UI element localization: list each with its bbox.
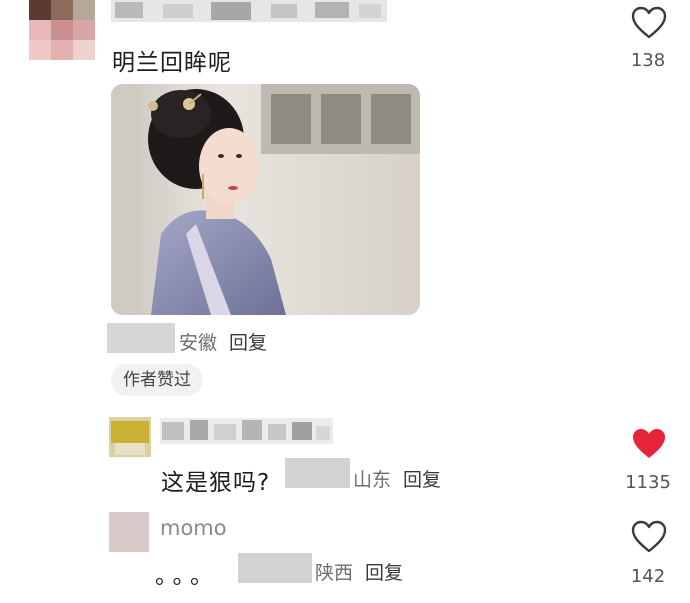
comment-text: 。。。 [155, 563, 219, 589]
avatar[interactable] [29, 0, 95, 60]
username-redacted[interactable] [111, 0, 387, 22]
comment-text: 这是狠吗? [161, 470, 271, 496]
avatar[interactable] [109, 512, 149, 552]
comment-image[interactable] [111, 84, 420, 315]
location-label: 安徽 [179, 332, 218, 354]
ip-redacted [285, 458, 350, 488]
username[interactable]: momo [160, 516, 227, 540]
location-label: 山东 [353, 469, 392, 491]
heart-icon [631, 6, 667, 39]
avatar-image [109, 417, 151, 457]
heart-icon [631, 520, 667, 553]
comment-text: 明兰回眸呢 [112, 50, 232, 76]
username-redacted[interactable] [160, 418, 333, 444]
avatar[interactable] [109, 417, 151, 457]
like-button[interactable] [619, 6, 679, 40]
ip-redacted [107, 323, 175, 353]
reply-button[interactable]: 回复 [229, 328, 267, 355]
comment-list: 明兰回眸呢 安徽 回复 作者赞过 138 这是狠吗? 山东 回复 1135 mo… [0, 0, 690, 603]
reply-button[interactable]: 回复 [365, 558, 403, 585]
heart-icon [633, 429, 665, 458]
portrait-photo [111, 84, 420, 315]
ip-redacted [238, 553, 312, 583]
location-label: 陕西 [315, 562, 354, 584]
like-button[interactable] [619, 520, 679, 554]
avatar-image [29, 0, 95, 60]
like-count: 142 [630, 566, 666, 587]
like-button[interactable] [619, 427, 679, 461]
like-count: 1135 [625, 472, 671, 493]
reply-button[interactable]: 回复 [403, 465, 441, 492]
like-count: 138 [630, 50, 666, 71]
author-liked-badge: 作者赞过 [111, 364, 203, 396]
